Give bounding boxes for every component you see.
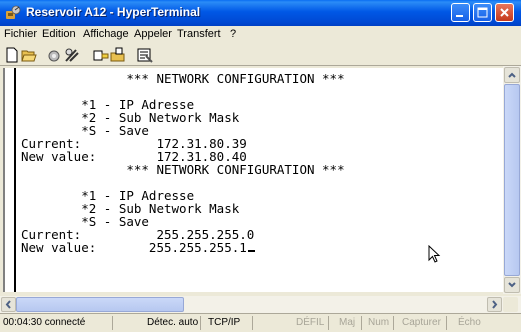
terminal-line: *** NETWORK CONFIGURATION *** [21,71,345,86]
status-divider [200,316,201,330]
terminal-line-input: New value: 255.255.255.1 [21,241,255,254]
menu-help[interactable]: ? [230,28,236,40]
horizontal-scrollbar[interactable] [0,296,521,313]
minimize-icon [456,15,463,17]
menu-transfert[interactable]: Transfert [177,28,221,40]
terminal-input-text: New value: 255.255.255.1 [21,240,247,255]
scroll-right-button[interactable] [487,297,502,312]
connect-icon[interactable] [48,47,64,63]
status-divider [446,316,447,330]
arrow-up-icon [508,72,516,78]
menu-fichier[interactable]: Fichier [4,28,37,40]
status-protocol: TCP/IP [208,317,241,328]
status-scroll-lock: DÉFIL [296,317,325,328]
open-icon[interactable] [21,47,37,63]
properties-icon[interactable] [137,47,153,63]
status-divider [252,316,253,330]
toolbar [0,44,521,66]
receive-icon[interactable] [110,47,126,63]
status-detection: Détec. auto [147,317,199,328]
terminal-margin-line [14,68,16,292]
status-capture: Capturer [402,317,441,328]
mouse-pointer-icon [428,245,441,263]
terminal-line: *** NETWORK CONFIGURATION *** [21,162,345,177]
arrow-left-icon [5,300,11,309]
menu-appeler[interactable]: Appeler [134,28,172,40]
status-divider [328,316,329,330]
scroll-corner [503,297,518,312]
terminal-frame: *** NETWORK CONFIGURATION *** *1 - IP Ad… [0,66,521,294]
status-num: Num [368,317,390,328]
maximize-icon [477,7,488,18]
scroll-left-button[interactable] [1,297,16,312]
title-bar[interactable]: Reservoir A12 - HyperTerminal [0,0,521,26]
new-connection-icon[interactable] [4,47,20,63]
menu-bar: Fichier Edition Affichage Appeler Transf… [0,26,521,44]
hyperterminal-window: Reservoir A12 - HyperTerminal Fichier Ed… [0,0,521,332]
status-caps: Maj [339,317,356,328]
status-echo: Écho [458,317,481,328]
status-divider [361,316,362,330]
vertical-scroll-thumb[interactable] [504,84,520,276]
arrow-right-icon [492,300,498,309]
status-divider [393,316,394,330]
menu-edition[interactable]: Edition [42,28,76,40]
scroll-down-button[interactable] [504,277,520,293]
status-divider [112,316,113,330]
close-button[interactable] [495,3,514,22]
status-connection-time: 00:04:30 connecté [3,317,86,328]
vertical-scrollbar[interactable] [503,66,521,294]
maximize-button[interactable] [473,3,492,22]
scroll-up-button[interactable] [504,67,520,83]
send-icon[interactable] [93,47,109,63]
text-cursor [247,250,255,252]
arrow-down-icon [508,282,516,288]
horizontal-scroll-thumb[interactable] [16,297,184,312]
hyperterminal-app-icon[interactable] [5,5,21,21]
window-title: Reservoir A12 - HyperTerminal [26,5,201,19]
disconnect-icon[interactable] [64,47,80,63]
minimize-button[interactable] [451,3,470,22]
menu-affichage[interactable]: Affichage [83,28,129,40]
close-icon [500,8,509,17]
status-bar: 00:04:30 connecté Détec. auto TCP/IP DÉF… [0,313,521,332]
